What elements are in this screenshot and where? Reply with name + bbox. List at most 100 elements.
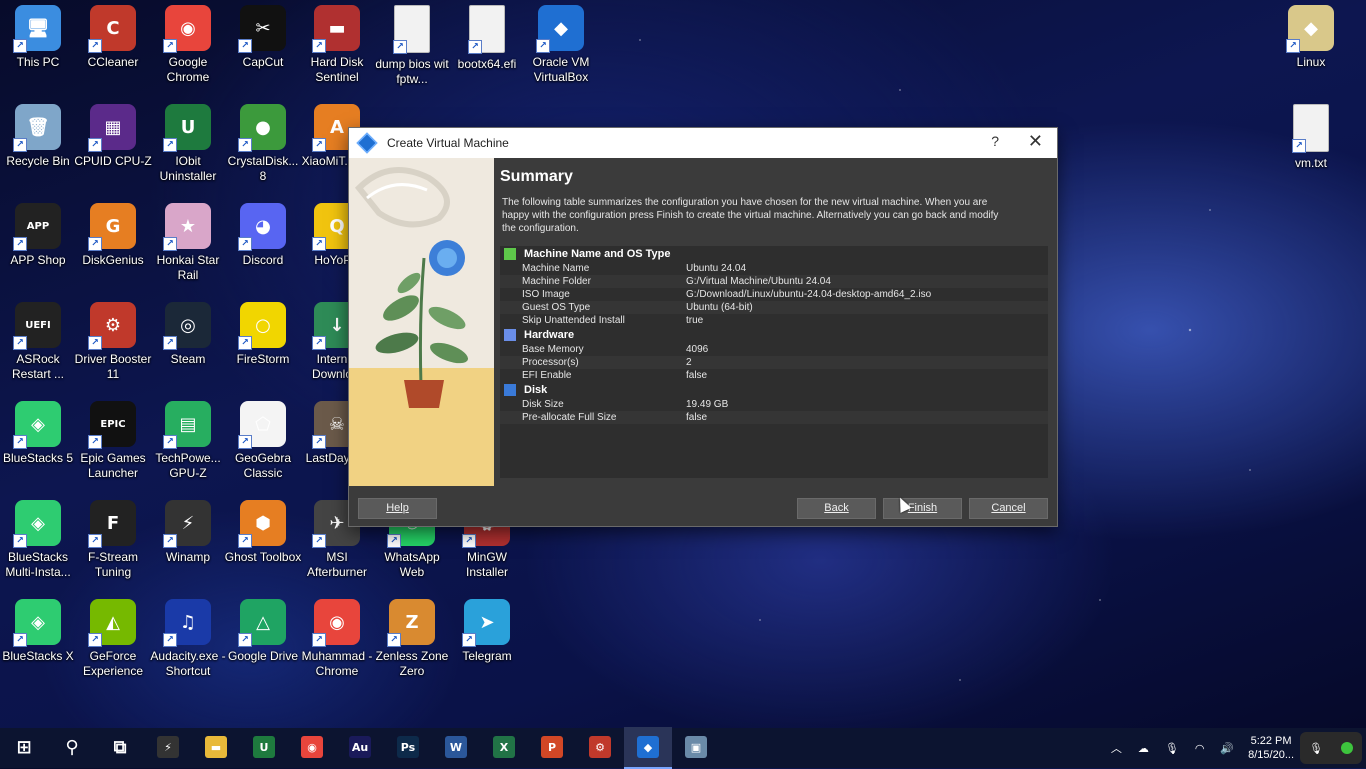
shortcut-arrow-icon: ↗	[312, 39, 326, 53]
taskbar-button[interactable]: ▣	[672, 727, 720, 767]
desktop-icon[interactable]: ➤ ↗ Telegram	[449, 599, 525, 664]
summary-row[interactable]: Base Memory 4096	[500, 343, 1048, 356]
chevron-up-icon[interactable]: ︿	[1111, 740, 1122, 756]
volume-icon[interactable]: 🔊	[1220, 742, 1234, 755]
desktop-icon[interactable]: ★ ↗ Honkai Star Rail	[150, 203, 226, 283]
recorder-widget[interactable]: 🎙	[1300, 732, 1362, 764]
summary-row[interactable]: Disk Size 19.49 GB	[500, 398, 1048, 411]
desktop-icon-label: ASRock Restart ...	[11, 352, 64, 381]
desktop-icon[interactable]: UEFI ↗ ASRock Restart ...	[0, 302, 76, 382]
microphone-icon[interactable]: 🎙	[1165, 742, 1179, 755]
desktop-icon[interactable]: ♫ ↗ Audacity.exe - Shortcut	[150, 599, 226, 679]
summary-row[interactable]: Guest OS Type Ubuntu (64-bit)	[500, 301, 1048, 314]
virtualbox-taskbar-icon: ◆	[637, 736, 659, 758]
desktop-icon[interactable]: ◆ ↗ Oracle VM VirtualBox	[523, 5, 599, 85]
wifi-icon[interactable]: ◠	[1195, 742, 1205, 755]
taskbar-button[interactable]: ◆	[624, 727, 672, 769]
summary-section-header[interactable]: Machine Name and OS Type	[500, 246, 1048, 262]
desktop-icon[interactable]: ● ↗ CrystalDisk... 8	[225, 104, 301, 184]
desktop-icon[interactable]: 🖥 ↗ This PC	[0, 5, 76, 70]
desktop-icon[interactable]: ◆ ↗ Linux	[1273, 5, 1349, 70]
taskbar-button[interactable]: X	[480, 727, 528, 767]
desktop-icon[interactable]: ↗ dump bios wit fptw...	[374, 5, 450, 87]
taskbar-button[interactable]: W	[432, 727, 480, 767]
desktop-icon[interactable]: ▤ ↗ TechPowe... GPU-Z	[150, 401, 226, 481]
section-title: Hardware	[524, 329, 575, 341]
desktop-icon[interactable]: C ↗ CCleaner	[75, 5, 151, 70]
help-button[interactable]: Help	[358, 498, 437, 519]
desktop-icon[interactable]: ◭ ↗ GeForce Experience	[75, 599, 151, 679]
summary-row[interactable]: Pre-allocate Full Size false	[500, 411, 1048, 424]
summary-section-header[interactable]: Hardware	[500, 327, 1048, 343]
desktop-icon[interactable]: ◈ ↗ BlueStacks 5	[0, 401, 76, 466]
help-icon[interactable]: ?	[991, 133, 999, 149]
desktop-icon[interactable]: △ ↗ Google Drive	[225, 599, 301, 664]
honkai-icon: ★ ↗	[163, 203, 211, 251]
desktop-icon[interactable]: ⚙ ↗ Driver Booster 11	[75, 302, 151, 382]
taskbar-button[interactable]: ⊞	[0, 727, 48, 767]
summary-row[interactable]: ISO Image G:/Download/Linux/ubuntu-24.04-…	[500, 288, 1048, 301]
desktop-icon[interactable]: U ↗ IObit Uninstaller	[150, 104, 226, 184]
desktop-icon[interactable]: ○ ↗ FireStorm	[225, 302, 301, 367]
taskbar-button[interactable]: P	[528, 727, 576, 767]
onedrive-icon[interactable]: ☁	[1138, 742, 1149, 755]
mic-icon[interactable]: 🎙	[1309, 742, 1323, 755]
desktop-icon[interactable]: ▦ ↗ CPUID CPU-Z	[74, 104, 152, 169]
diskgenius-icon: G ↗	[88, 203, 136, 251]
taskbar-button[interactable]: Au	[336, 727, 384, 767]
desktop-icon[interactable]: ▬ ↗ Hard Disk Sentinel	[299, 5, 375, 85]
desktop-icon[interactable]: ◉ ↗ Google Chrome	[150, 5, 226, 85]
desktop-icon-label: CPUID CPU-Z	[74, 154, 152, 168]
taskbar-button[interactable]: U	[240, 727, 288, 767]
desktop-icon[interactable]: ⬢ ↗ Ghost Toolbox	[225, 500, 301, 565]
shortcut-arrow-icon: ↗	[13, 39, 27, 53]
desktop-icon[interactable]: F ↗ F-Stream Tuning	[75, 500, 151, 580]
taskbar-button[interactable]: ◉	[288, 727, 336, 767]
asrock-icon: UEFI ↗	[13, 302, 61, 350]
summary-row[interactable]: Machine Name Ubuntu 24.04	[500, 262, 1048, 275]
desktop-icon[interactable]: Z ↗ Zenless Zone Zero	[374, 599, 450, 679]
task-view-icon: ⧉	[113, 736, 127, 758]
taskbar-button[interactable]: ⚙	[576, 727, 624, 767]
shortcut-arrow-icon: ↗	[1286, 39, 1300, 53]
taskbar-button[interactable]: ⧉	[96, 727, 144, 767]
desktop-icon[interactable]: ↗ bootx64.efi	[449, 5, 525, 72]
app-shop-icon: APP ↗	[13, 203, 61, 251]
desktop-icon[interactable]: ✂ ↗ CapCut	[225, 5, 301, 70]
dialog-titlebar[interactable]: Create Virtual Machine ? ✕	[349, 128, 1057, 158]
cancel-button[interactable]: Cancel	[969, 498, 1048, 519]
taskbar-button[interactable]: ⚡	[144, 727, 192, 767]
desktop-icon[interactable]: ◉ ↗ Muhammad - Chrome	[299, 599, 375, 679]
summary-row[interactable]: Skip Unattended Install true	[500, 314, 1048, 327]
clock[interactable]: 5:22 PM 8/15/20...	[1248, 734, 1294, 762]
desktop-icon-label: CCleaner	[87, 55, 139, 69]
desktop-icon[interactable]: EPIC ↗ Epic Games Launcher	[75, 401, 151, 481]
close-icon[interactable]: ✕	[1028, 131, 1043, 152]
desktop-icon[interactable]: ↗ vm.txt	[1273, 104, 1349, 171]
desktop-icon-label: F-Stream Tuning	[87, 550, 138, 579]
desktop-icon[interactable]: G ↗ DiskGenius	[75, 203, 151, 268]
taskbar-button[interactable]: ▬	[192, 727, 240, 767]
desktop-icon[interactable]: ⚡ ↗ Winamp	[150, 500, 226, 565]
shortcut-arrow-icon: ↗	[312, 138, 326, 152]
shortcut-arrow-icon: ↗	[13, 237, 27, 251]
steam-icon: ◎ ↗	[163, 302, 211, 350]
summary-row[interactable]: EFI Enable false	[500, 369, 1048, 382]
taskbar-button[interactable]: ⚲	[48, 727, 96, 767]
summary-table[interactable]: Machine Name and OS Type Machine Name Ubun…	[500, 246, 1048, 478]
summary-row[interactable]: Machine Folder G:/Virtual Machine/Ubuntu …	[500, 275, 1048, 288]
summary-section-header[interactable]: Disk	[500, 382, 1048, 398]
desktop-icon-label: Driver Booster 11	[74, 352, 152, 381]
taskbar-button[interactable]: Ps	[384, 727, 432, 767]
desktop-icon[interactable]: APP ↗ APP Shop	[0, 203, 76, 268]
shortcut-arrow-icon: ↗	[88, 336, 102, 350]
desktop-icon[interactable]: ⬠ ↗ GeoGebra Classic	[225, 401, 301, 481]
desktop-icon[interactable]: ◕ ↗ Discord	[225, 203, 301, 268]
capcut-icon: ✂ ↗	[238, 5, 286, 53]
summary-row[interactable]: Processor(s) 2	[500, 356, 1048, 369]
desktop-icon[interactable]: ◎ ↗ Steam	[150, 302, 226, 367]
desktop-icon[interactable]: ◈ ↗ BlueStacks X	[0, 599, 76, 664]
desktop-icon[interactable]: ◈ ↗ BlueStacks Multi-Insta...	[0, 500, 76, 580]
back-button[interactable]: Back	[797, 498, 876, 519]
desktop-icon[interactable]: 🗑 ↗ Recycle Bin	[0, 104, 76, 169]
